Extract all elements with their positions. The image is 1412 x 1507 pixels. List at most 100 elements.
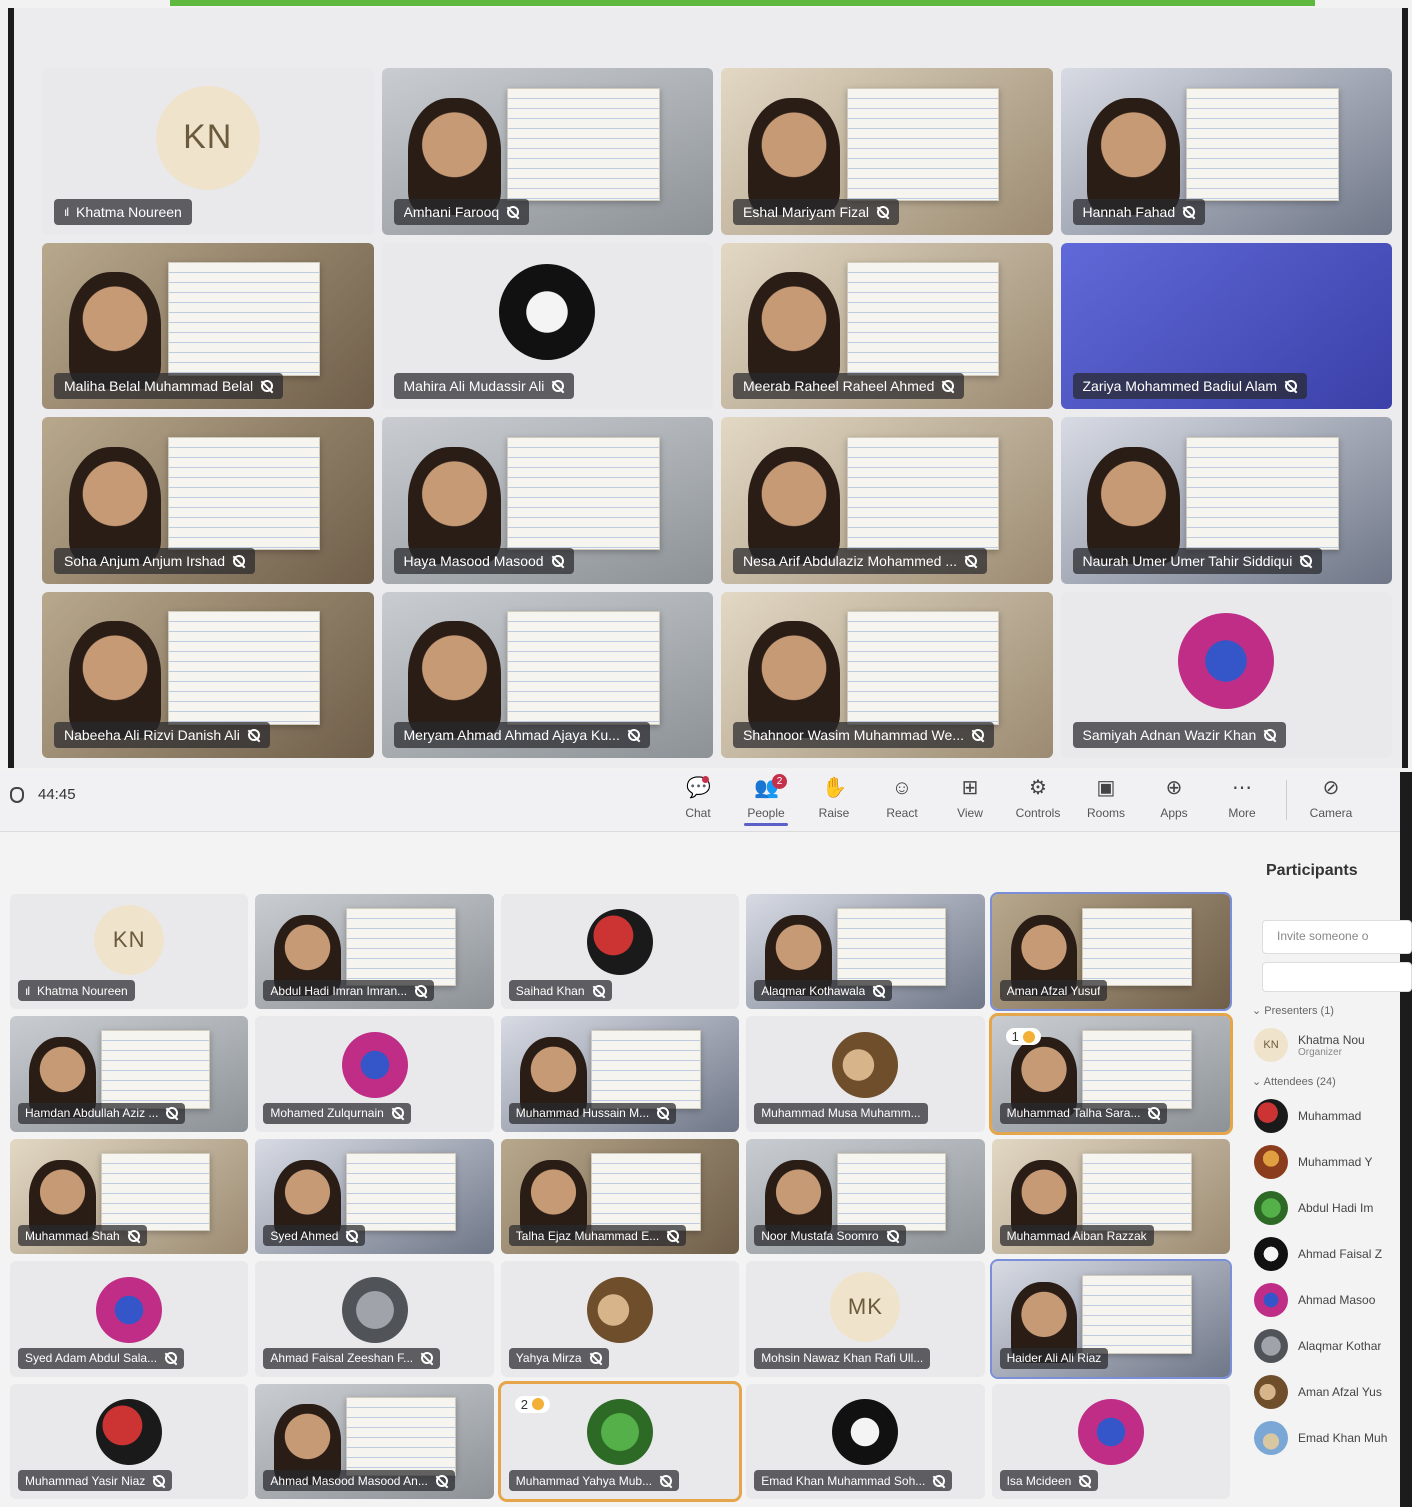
participant-tile[interactable]: 2 Muhammad Yahya Mub...: [497, 1380, 743, 1503]
participant-tile[interactable]: Eshal Mariyam Fizal: [721, 68, 1053, 235]
controls-icon: ⚙: [1029, 777, 1047, 799]
participant-tile[interactable]: Ahmad Masood Masood An...: [255, 1383, 494, 1499]
participant-tile[interactable]: Shahnoor Wasim Muhammad We...: [721, 591, 1053, 758]
mic-off-icon: [391, 1107, 404, 1120]
participant-tile[interactable]: Muhammad Shah: [10, 1138, 249, 1255]
mic-off-icon: [166, 1107, 179, 1120]
avatar: [1178, 613, 1275, 710]
participant-row[interactable]: Aman Afzal Yus: [1254, 1374, 1400, 1410]
participant-tile[interactable]: Syed Adam Abdul Sala...: [10, 1261, 249, 1377]
participant-name: Mohamed Zulqurnain: [270, 1106, 384, 1121]
mic-off-icon: [667, 1229, 680, 1242]
invite-input[interactable]: Invite someone o: [1262, 920, 1412, 954]
participant-tile[interactable]: Muhammad Hussain M...: [500, 1016, 740, 1132]
participant-tile[interactable]: Saihad Khan: [500, 894, 740, 1010]
toolbar-button-label: Chat: [685, 806, 711, 820]
participant-tile[interactable]: Muhammad Aiban Razzak: [991, 1138, 1230, 1255]
participant-row[interactable]: Muhammad Y: [1254, 1144, 1400, 1180]
participant-tile[interactable]: KN ıl Khatma Noureen: [10, 894, 249, 1010]
participant-name: Soha Anjum Anjum Irshad: [64, 552, 226, 569]
name-tag: Meryam Ahmad Ahmad Ajaya Ku...: [393, 722, 650, 748]
participant-row[interactable]: Emad Khan Muh: [1254, 1420, 1400, 1456]
participant-row[interactable]: Ahmad Masoo: [1254, 1282, 1400, 1318]
participant-row[interactable]: Abdul Hadi Im: [1254, 1190, 1400, 1226]
name-tag: Talha Ejaz Muhammad E...: [508, 1225, 687, 1247]
mic-off-icon: [942, 380, 955, 392]
name-tag: Ahmad Masood Masood An...: [263, 1470, 455, 1491]
participant-tile[interactable]: Haider Ali Ali Riaz: [989, 1259, 1232, 1379]
toolbar-button-people[interactable]: 👥 2 People: [732, 774, 800, 826]
participant-tile[interactable]: 1 Muhammad Talha Sara...: [988, 1013, 1233, 1135]
participant-tile[interactable]: MK Mohsin Nawaz Khan Rafi Ull...: [746, 1261, 985, 1377]
participant-tile[interactable]: Meryam Ahmad Ahmad Ajaya Ku...: [381, 591, 713, 758]
toolbar-button-view[interactable]: ⊞ View: [936, 776, 1004, 820]
participant-video: [68, 272, 162, 390]
participant-tile[interactable]: Talha Ejaz Muhammad E...: [500, 1138, 740, 1255]
participant-tile[interactable]: Muhammad Yasir Niaz: [10, 1383, 249, 1499]
mic-off-icon: [1148, 1107, 1161, 1120]
participant-name: Naurah Umer Umer Tahir Siddiqui: [1082, 552, 1293, 569]
mic-off-icon: [552, 380, 565, 392]
participant-tile[interactable]: Haya Masood Masood: [381, 417, 713, 584]
participant-name: Syed Ahmed: [270, 1228, 339, 1243]
toolbar-button-more[interactable]: ⋯ More: [1208, 776, 1276, 820]
participant-tile[interactable]: Naurah Umer Umer Tahir Siddiqui: [1060, 417, 1392, 584]
participant-tile[interactable]: Aman Afzal Yusuf: [989, 891, 1232, 1012]
participant-name: Haya Masood Masood: [403, 552, 544, 569]
participant-tile[interactable]: Mahira Ali Mudassir Ali: [381, 242, 713, 409]
participant-tile[interactable]: Samiyah Adnan Wazir Khan: [1060, 591, 1392, 758]
participant-row-presenter[interactable]: KN Khatma Nou Organizer: [1254, 1027, 1400, 1063]
notebook-held: [591, 1030, 702, 1109]
toolbar-button-camera[interactable]: ⊘ Camera: [1297, 776, 1365, 820]
participant-name: Aman Afzal Yusuf: [1006, 983, 1101, 998]
participant-row[interactable]: Alaqmar Kothar: [1254, 1328, 1400, 1364]
raised-hand-badge: 2: [514, 1395, 551, 1413]
participant-tile[interactable]: KN ıl Khatma Noureen: [42, 68, 374, 235]
participant-tile[interactable]: Noor Mustafa Soomro: [746, 1138, 985, 1255]
participant-tile[interactable]: Hamdan Abdullah Aziz ...: [10, 1016, 249, 1132]
avatar: [1254, 1191, 1288, 1225]
participant-tile[interactable]: Amhani Farooq: [381, 68, 713, 235]
name-tag: Mohamed Zulqurnain: [263, 1102, 411, 1124]
participant-tile[interactable]: Yahya Mirza: [500, 1261, 740, 1377]
toolbar-button-chat[interactable]: 💬 Chat: [664, 776, 732, 820]
attendees-section-header[interactable]: ⌄ Attendees (24): [1252, 1075, 1400, 1088]
notebook-held: [1082, 907, 1192, 987]
participant-name: Talha Ejaz Muhammad E...: [515, 1228, 660, 1243]
participant-tile[interactable]: Emad Khan Muhammad Soh...: [746, 1383, 985, 1499]
participant-tile[interactable]: Isa Mcideen: [991, 1383, 1230, 1499]
participant-tile[interactable]: Alaqmar Kothawala: [746, 894, 985, 1010]
participant-tile[interactable]: Maliha Belal Muhammad Belal: [42, 242, 374, 409]
participant-name: Muhammad Hussain M...: [515, 1106, 650, 1121]
notebook-held: [100, 1030, 211, 1109]
toolbar-button-apps[interactable]: ⊕ Apps: [1140, 776, 1208, 820]
toolbar-button-raise[interactable]: ✋ Raise: [800, 776, 868, 820]
participant-row[interactable]: Muhammad: [1254, 1098, 1400, 1134]
participant-tile[interactable]: Nesa Arif Abdulaziz Mohammed ...: [721, 417, 1053, 584]
name-tag: Muhammad Aiban Razzak: [999, 1225, 1154, 1247]
participant-tile[interactable]: Ahmad Faisal Zeeshan F...: [255, 1261, 494, 1377]
name-tag: Abdul Hadi Imran Imran...: [263, 980, 435, 1002]
notebook-held: [167, 611, 321, 725]
toolbar-button-label: People: [747, 806, 785, 820]
participant-row[interactable]: Ahmad Faisal Z: [1254, 1236, 1400, 1272]
invite-input-secondary[interactable]: [1262, 962, 1412, 992]
toolbar-button-react[interactable]: ☺ React: [868, 776, 936, 820]
participant-tile[interactable]: Nabeeha Ali Rizvi Danish Ali: [42, 591, 374, 758]
toolbar-button-rooms[interactable]: ▣ Rooms: [1072, 776, 1140, 820]
participant-tile[interactable]: Abdul Hadi Imran Imran...: [255, 894, 494, 1010]
notebook-held: [1186, 87, 1339, 202]
participant-name: Ahmad Masoo: [1298, 1293, 1376, 1307]
participant-name: Ahmad Masood Masood An...: [270, 1473, 428, 1488]
participant-tile[interactable]: Muhammad Musa Muhamm...: [746, 1016, 985, 1132]
participant-tile[interactable]: Meerab Raheel Raheel Ahmed: [721, 242, 1053, 409]
participant-tile[interactable]: Zariya Mohammed Badiul Alam: [1060, 242, 1392, 409]
toolbar-button-controls[interactable]: ⚙ Controls: [1004, 776, 1072, 820]
presenters-label: Presenters (1): [1264, 1005, 1334, 1017]
participant-tile[interactable]: Soha Anjum Anjum Irshad: [42, 417, 374, 584]
presenters-section-header[interactable]: ⌄ Presenters (1): [1252, 1004, 1400, 1017]
participant-tile[interactable]: Syed Ahmed: [255, 1138, 494, 1255]
participant-name: Muhammad Musa Muhamm...: [761, 1106, 921, 1121]
participant-tile[interactable]: Hannah Fahad: [1060, 68, 1392, 235]
participant-tile[interactable]: Mohamed Zulqurnain: [255, 1016, 494, 1132]
